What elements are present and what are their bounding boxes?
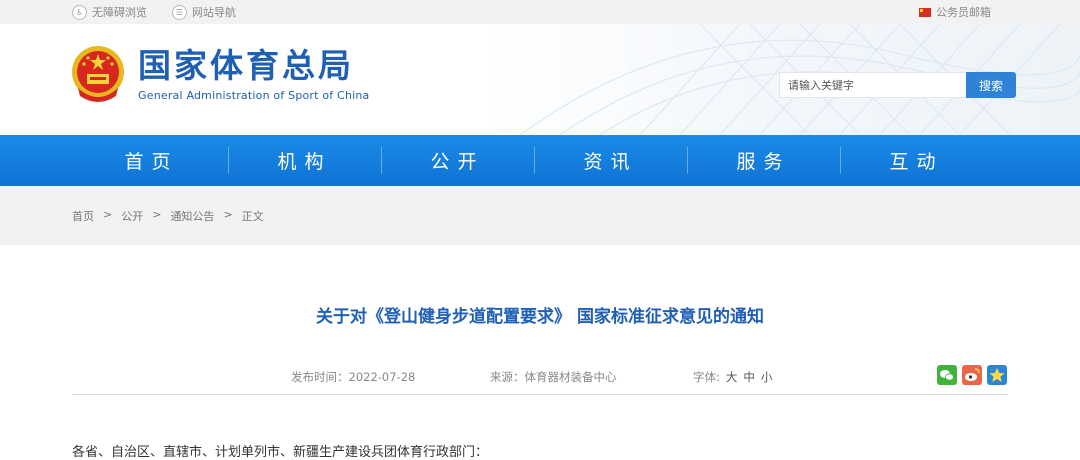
breadcrumb-current: 正文	[241, 210, 264, 223]
breadcrumb-separator: >	[152, 208, 162, 221]
nav-item-home[interactable]: 首页	[75, 135, 228, 186]
mail-link[interactable]: 公务员邮箱	[919, 0, 991, 24]
search-input[interactable]	[779, 72, 966, 98]
nav-item-organization[interactable]: 机构	[228, 135, 381, 186]
font-size-medium[interactable]: 中	[743, 369, 755, 385]
national-emblem-icon	[72, 46, 124, 102]
breadcrumb: 首页 > 公开 > 通知公告 > 正文	[72, 208, 264, 224]
breadcrumb-notices[interactable]: 通知公告	[170, 208, 214, 224]
article-divider	[72, 394, 1008, 395]
font-size-small[interactable]: 小	[761, 369, 773, 385]
nav-item-services[interactable]: 服务	[687, 135, 840, 186]
nav-item-interaction[interactable]: 互动	[840, 135, 993, 186]
site-header: 国家体育总局 General Administration of Sport o…	[0, 24, 1080, 135]
article-source: 来源：体育器材装备中心	[490, 370, 617, 384]
search-box: 搜索	[779, 72, 1016, 98]
publish-time: 发布时间：2022-07-28	[291, 370, 416, 384]
search-button[interactable]: 搜索	[966, 72, 1016, 98]
font-size-label: 字体:	[693, 370, 720, 384]
breadcrumb-bar: 首页 > 公开 > 通知公告 > 正文	[0, 186, 1080, 245]
favorite-share-icon[interactable]	[987, 365, 1007, 385]
top-utility-bar: ♿ 无障碍浏览 ☰ 网站导航 公务员邮箱	[0, 0, 1080, 24]
mail-label: 公务员邮箱	[936, 6, 991, 19]
accessible-browse-link[interactable]: ♿ 无障碍浏览	[72, 0, 147, 24]
sitemap-label: 网站导航	[192, 6, 236, 19]
article-title: 关于对《登山健身步道配置要求》 国家标准征求意见的通知	[316, 307, 764, 327]
nav-item-public[interactable]: 公开	[381, 135, 534, 186]
main-navigation: 首页 机构 公开 资讯 服务 互动	[0, 135, 1080, 186]
article-first-line: 各省、自治区、直辖市、计划单列市、新疆生产建设兵团体育行政部门：	[72, 445, 489, 460]
breadcrumb-separator: >	[223, 208, 233, 221]
sitemap-icon: ☰	[172, 4, 187, 20]
nav-item-news[interactable]: 资讯	[534, 135, 687, 186]
breadcrumb-public[interactable]: 公开	[121, 208, 143, 224]
flag-icon	[919, 7, 931, 17]
breadcrumb-home[interactable]: 首页	[72, 208, 94, 224]
accessible-browse-label: 无障碍浏览	[92, 6, 147, 19]
site-logo-chinese[interactable]: 国家体育总局	[138, 46, 354, 86]
font-size-controls: 字体: 大 中 小	[693, 369, 772, 385]
sitemap-link[interactable]: ☰ 网站导航	[172, 0, 236, 24]
weibo-share-icon[interactable]	[962, 365, 982, 385]
accessibility-icon: ♿	[72, 4, 87, 20]
site-logo-english: General Administration of Sport of China	[138, 89, 370, 102]
wechat-share-icon[interactable]	[937, 365, 957, 385]
breadcrumb-separator: >	[103, 208, 113, 221]
font-size-large[interactable]: 大	[726, 369, 738, 385]
